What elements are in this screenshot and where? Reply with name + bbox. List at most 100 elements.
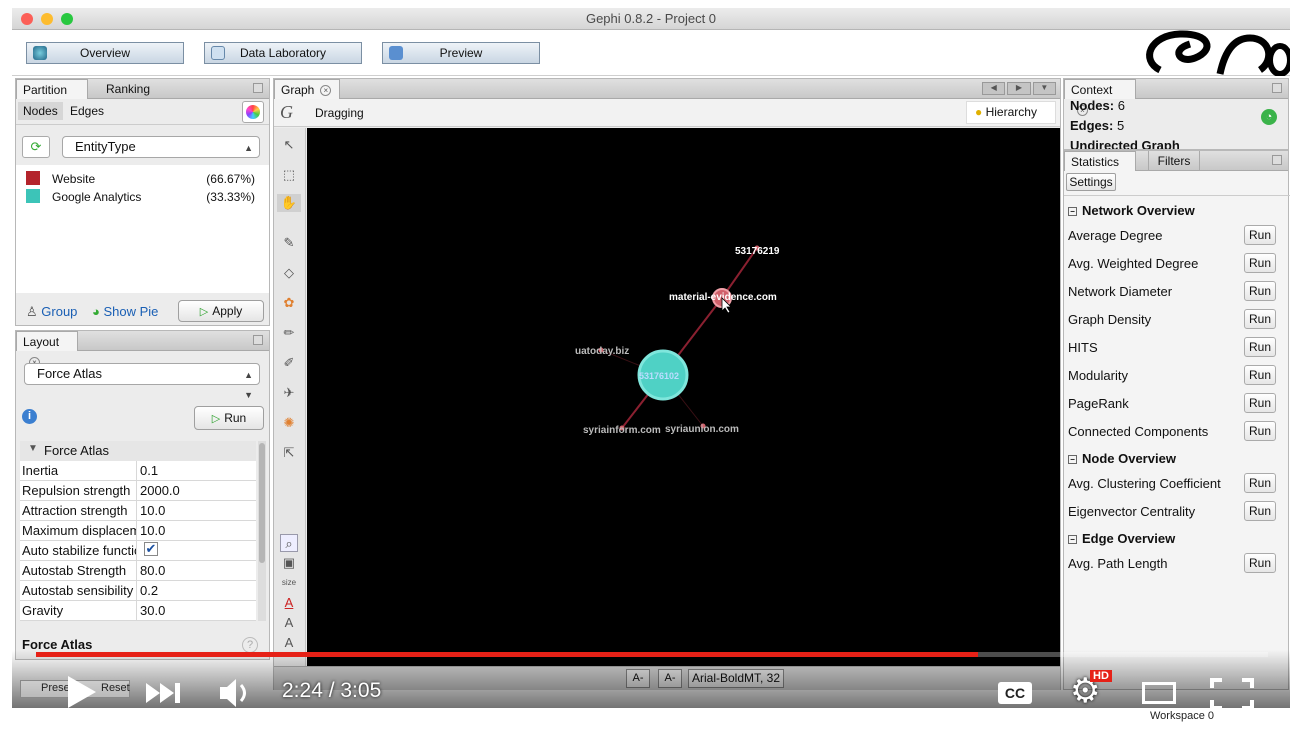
fullscreen-icon[interactable]	[1210, 678, 1254, 710]
run-layout-button[interactable]: ▷ Run	[194, 406, 264, 430]
property-value[interactable]: 80.0	[140, 563, 165, 578]
volume-icon[interactable]	[218, 676, 254, 710]
minimize-window-icon[interactable]	[41, 13, 53, 25]
pointer-icon[interactable]: ↖	[280, 136, 298, 154]
nodes-label: Nodes:	[1070, 98, 1115, 113]
brush-icon[interactable]: ✎	[280, 234, 298, 252]
tab-layout[interactable]: Layout×	[16, 331, 78, 369]
property-value[interactable]: 0.2	[140, 583, 158, 598]
minimize-panel-icon[interactable]	[253, 335, 263, 345]
property-row[interactable]: Maximum displacement 10.0	[20, 521, 256, 541]
property-value[interactable]: 10.0	[140, 523, 165, 538]
property-row[interactable]: Inertia 0.1	[20, 461, 256, 481]
color-swatch[interactable]	[26, 189, 40, 203]
run-button[interactable]: Run	[1244, 309, 1276, 329]
tab-ranking[interactable]: Ranking	[100, 79, 156, 99]
minimize-panel-icon[interactable]	[253, 83, 263, 93]
close-tab-icon[interactable]: ×	[320, 85, 332, 97]
attribute-select[interactable]: EntityType▲▼	[62, 136, 260, 173]
run-button[interactable]: Run	[1244, 365, 1276, 385]
label-color-icon[interactable]: A	[280, 594, 298, 612]
run-button[interactable]: Run	[1244, 473, 1276, 493]
property-row[interactable]: Auto stabilize function ✔	[20, 541, 256, 561]
property-value[interactable]: 2000.0	[140, 483, 180, 498]
edge-pencil-icon[interactable]: ✐	[280, 354, 298, 372]
background-color-icon[interactable]: ▣	[280, 554, 298, 572]
run-button[interactable]: Run	[1244, 225, 1276, 245]
tab-statistics[interactable]: Statistics×	[1064, 151, 1136, 189]
run-button[interactable]: Run	[1244, 553, 1276, 573]
run-button[interactable]: Run	[1244, 281, 1276, 301]
overview-button[interactable]: Overview	[26, 42, 184, 64]
pointer-help-icon[interactable]: ⇱	[280, 444, 298, 462]
tab-right-icon[interactable]: ▶	[1007, 82, 1031, 95]
airplane-icon[interactable]: ✈	[280, 384, 298, 402]
rectangle-select-icon[interactable]: ⬚	[280, 166, 298, 184]
force-atlas-section[interactable]: ▼ Force Atlas	[20, 441, 256, 461]
run-button[interactable]: Run	[1244, 501, 1276, 521]
graph-canvas[interactable]: 53176219 material-evidence.com uatoday.b…	[307, 128, 1060, 666]
font-size-icon[interactable]: A	[280, 614, 298, 632]
stat-section-header[interactable]: − Edge Overview	[1068, 531, 1175, 546]
tab-partition[interactable]: Partition×	[16, 79, 88, 117]
diamond-icon[interactable]: ◇	[280, 264, 298, 282]
gear-icon[interactable]: ✺	[280, 414, 298, 432]
hand-drag-icon[interactable]: ✋	[277, 194, 301, 212]
property-row[interactable]: Autostab Strength 80.0	[20, 561, 256, 581]
property-name: Autostab Strength	[22, 563, 127, 578]
properties-scrollbar[interactable]	[258, 441, 266, 621]
property-row[interactable]: Repulsion strength 2000.0	[20, 481, 256, 501]
minimize-panel-icon[interactable]	[1272, 83, 1282, 93]
show-pie-link[interactable]: ◕ Show Pie	[92, 304, 158, 319]
run-button[interactable]: Run	[1244, 253, 1276, 273]
reset-label[interactable]: Reset	[101, 682, 130, 694]
close-window-icon[interactable]	[21, 13, 33, 25]
run-button[interactable]: Run	[1244, 393, 1276, 413]
apply-button[interactable]: ▷ Apply	[178, 300, 264, 322]
stat-section-header[interactable]: − Network Overview	[1068, 203, 1195, 218]
info-icon[interactable]: i	[22, 409, 37, 424]
section-title: Network Overview	[1082, 203, 1195, 218]
pencil-icon[interactable]: ✏	[280, 324, 298, 342]
zoom-icon[interactable]: ⌕	[280, 534, 298, 552]
color-swatch[interactable]	[26, 171, 40, 185]
minimize-panel-icon[interactable]	[1272, 155, 1282, 165]
scrollbar-thumb[interactable]	[259, 443, 265, 563]
preview-button[interactable]: Preview	[382, 42, 540, 64]
refresh-button[interactable]: ⟳	[22, 136, 50, 158]
data-laboratory-button[interactable]: Data Laboratory	[204, 42, 362, 64]
property-value[interactable]: 0.1	[140, 463, 158, 478]
layout-select[interactable]: Force Atlas ▲ ▼	[24, 363, 260, 400]
size-icon[interactable]: size	[280, 574, 298, 592]
tab-left-icon[interactable]: ◀	[982, 82, 1006, 95]
tab-filters[interactable]: Filters	[1148, 151, 1200, 171]
select-arrows-icon: ▲▼	[244, 370, 253, 400]
hierarchy-button[interactable]: ● Hierarchy	[966, 101, 1056, 124]
property-value[interactable]: 10.0	[140, 503, 165, 518]
property-row[interactable]: Gravity 30.0	[20, 601, 256, 621]
tab-list-icon[interactable]: ▼	[1032, 82, 1056, 95]
property-row[interactable]: Autostab sensibility 0.2	[20, 581, 256, 601]
stat-section-header[interactable]: − Node Overview	[1068, 451, 1176, 466]
paint-icon[interactable]: ✿	[280, 294, 298, 312]
progress-track[interactable]	[36, 652, 1268, 657]
run-button[interactable]: Run	[1244, 421, 1276, 441]
tab-graph[interactable]: Graph ×	[274, 79, 340, 99]
auto-stabilize-checkbox[interactable]: ✔	[144, 542, 158, 556]
zoom-window-icon[interactable]	[61, 13, 73, 25]
run-button[interactable]: Run	[1244, 337, 1276, 357]
theater-mode-icon[interactable]	[1142, 682, 1176, 704]
property-value[interactable]: 30.0	[140, 603, 165, 618]
palette-button[interactable]	[242, 101, 264, 123]
subtab-edges[interactable]: Edges	[70, 104, 104, 118]
tab-context[interactable]: Context×	[1064, 79, 1136, 117]
nodes-count: 6	[1117, 98, 1125, 113]
settings-button[interactable]: Settings	[1066, 173, 1116, 191]
cc-button[interactable]: CC	[998, 682, 1032, 704]
property-row[interactable]: Attraction strength 10.0	[20, 501, 256, 521]
next-icon[interactable]	[144, 680, 184, 706]
play-icon[interactable]	[64, 674, 100, 710]
section-title: Node Overview	[1082, 451, 1176, 466]
group-link[interactable]: ♙ Group	[26, 304, 77, 320]
subtab-nodes[interactable]: Nodes	[18, 102, 63, 120]
